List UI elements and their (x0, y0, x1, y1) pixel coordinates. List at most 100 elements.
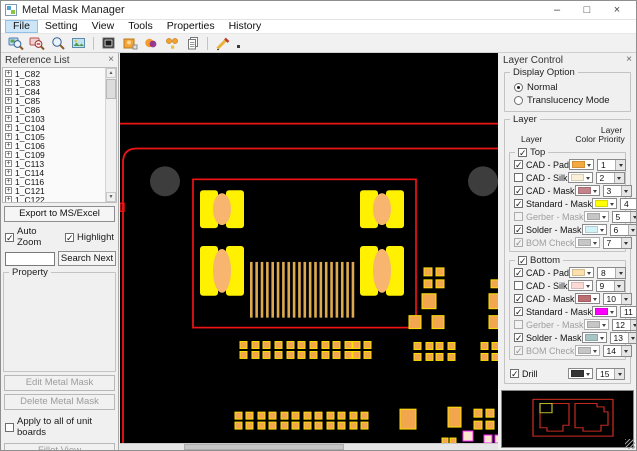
maximize-button[interactable]: □ (572, 2, 602, 19)
pad-view-icon[interactable] (119, 35, 140, 52)
menu-item-properties[interactable]: Properties (160, 20, 222, 33)
priority-dropdown[interactable]: 8 (597, 267, 626, 279)
color-swatch-dropdown[interactable] (568, 172, 593, 183)
expand-icon[interactable]: + (5, 79, 12, 86)
zoom-window-icon[interactable] (47, 35, 68, 52)
board-preview[interactable] (501, 390, 634, 448)
close-button[interactable]: × (602, 2, 632, 19)
layer-checkbox[interactable]: ✓ (514, 225, 523, 234)
priority-dropdown[interactable]: 9 (596, 280, 625, 292)
apply-all-checkbox[interactable] (5, 423, 14, 432)
priority-dropdown[interactable]: 15 (596, 368, 625, 380)
hscrollbar-thumb[interactable] (184, 444, 344, 450)
color-swatch-dropdown[interactable] (592, 306, 617, 317)
layer-checkbox[interactable] (514, 281, 523, 290)
priority-dropdown[interactable]: 2 (596, 172, 625, 184)
layer-checkbox[interactable]: ✓ (514, 268, 523, 277)
layer-checkbox[interactable]: ✓ (514, 307, 523, 316)
expand-icon[interactable]: + (5, 178, 12, 185)
scroll-down-icon[interactable]: ▼ (106, 192, 116, 202)
priority-dropdown[interactable]: 7 (603, 237, 632, 249)
pin-view-icon[interactable] (161, 35, 182, 52)
priority-dropdown[interactable]: 5 (612, 211, 636, 223)
expand-icon[interactable]: + (5, 124, 12, 131)
menu-item-history[interactable]: History (222, 20, 269, 33)
priority-dropdown[interactable]: 6 (610, 224, 636, 236)
expand-icon[interactable]: + (5, 160, 12, 167)
expand-icon[interactable]: + (5, 88, 12, 95)
layer-checkbox[interactable] (514, 320, 523, 329)
bottom-checkbox[interactable]: ✓ (518, 256, 527, 265)
delete-metal-mask-button[interactable]: Delete Metal Mask (4, 394, 115, 410)
layer-checkbox[interactable] (514, 212, 523, 221)
color-swatch-dropdown[interactable] (568, 368, 593, 379)
tree-item[interactable]: +1_C122 (5, 195, 103, 203)
color-swatch-dropdown[interactable] (582, 224, 607, 235)
fillet-view-button[interactable]: Fillet View (4, 443, 115, 451)
expand-icon[interactable]: + (5, 133, 12, 140)
pcb-canvas[interactable] (120, 53, 498, 443)
auto-zoom-checkbox[interactable]: ✓ (5, 233, 14, 242)
color-swatch-dropdown[interactable] (575, 293, 600, 304)
search-input[interactable] (5, 252, 55, 266)
layer-checkbox[interactable]: ✓ (510, 369, 519, 378)
expand-icon[interactable]: + (5, 187, 12, 194)
color-swatch-dropdown[interactable] (582, 332, 607, 343)
minimize-button[interactable]: – (542, 2, 572, 19)
color-swatch-dropdown[interactable] (569, 267, 594, 278)
menu-item-view[interactable]: View (85, 20, 122, 33)
color-swatch-dropdown[interactable] (568, 280, 593, 291)
expand-icon[interactable]: + (5, 169, 12, 176)
layer-checkbox[interactable]: ✓ (514, 199, 523, 208)
priority-dropdown[interactable]: 3 (603, 185, 632, 197)
zoom-region-icon[interactable] (5, 35, 26, 52)
color-swatch-dropdown[interactable] (592, 198, 617, 209)
layer-checkbox[interactable]: ✓ (514, 294, 523, 303)
panel-close-icon[interactable]: × (108, 55, 114, 65)
mask-view-icon[interactable] (140, 35, 161, 52)
layer-checkbox[interactable] (514, 173, 523, 182)
color-swatch-dropdown[interactable] (575, 345, 600, 356)
color-swatch-dropdown[interactable] (575, 185, 600, 196)
tree-scrollbar[interactable]: ▲ ▼ (105, 68, 116, 202)
top-checkbox[interactable]: ✓ (518, 148, 527, 157)
highlight-checkbox[interactable]: ✓ (65, 233, 74, 242)
expand-icon[interactable]: + (5, 70, 12, 77)
board-image-icon[interactable] (68, 35, 89, 52)
color-swatch-dropdown[interactable] (584, 319, 609, 330)
scrollbar-thumb[interactable] (106, 79, 116, 99)
priority-dropdown[interactable]: 13 (610, 332, 636, 344)
layer-checkbox[interactable]: ✓ (514, 160, 523, 169)
color-swatch-dropdown[interactable] (575, 237, 600, 248)
layer-checkbox[interactable]: ✓ (514, 346, 523, 355)
zoom-out-icon[interactable] (26, 35, 47, 52)
scroll-up-icon[interactable]: ▲ (106, 68, 116, 78)
search-next-button[interactable]: Search Next (58, 251, 116, 266)
priority-dropdown[interactable]: 11 (620, 306, 636, 318)
menu-item-file[interactable]: File (5, 20, 38, 33)
menu-item-tools[interactable]: Tools (121, 20, 160, 33)
expand-icon[interactable]: + (5, 97, 12, 104)
color-swatch-dropdown[interactable] (569, 159, 594, 170)
resize-grip[interactable] (625, 439, 635, 449)
priority-dropdown[interactable]: 12 (612, 319, 636, 331)
expand-icon[interactable]: + (5, 115, 12, 122)
edit-metal-mask-button[interactable]: Edit Metal Mask (4, 375, 115, 391)
layer-checkbox[interactable]: ✓ (514, 238, 523, 247)
menu-item-setting[interactable]: Setting (38, 20, 85, 33)
export-excel-button[interactable]: Export to MS/Excel (4, 206, 115, 222)
expand-icon[interactable]: + (5, 151, 12, 158)
translucency-radio[interactable] (514, 96, 523, 105)
color-swatch-dropdown[interactable] (584, 211, 609, 222)
measure-pen-icon[interactable] (212, 35, 233, 52)
priority-dropdown[interactable]: 4 (620, 198, 636, 210)
expand-icon[interactable]: + (5, 142, 12, 149)
priority-dropdown[interactable]: 10 (603, 293, 632, 305)
priority-dropdown[interactable]: 1 (597, 159, 626, 171)
canvas-hscrollbar[interactable] (120, 443, 498, 450)
panel-close-icon[interactable]: × (626, 55, 632, 65)
layer-checkbox[interactable]: ✓ (514, 186, 523, 195)
priority-dropdown[interactable]: 14 (603, 345, 632, 357)
layer-checkbox[interactable]: ✓ (514, 333, 523, 342)
display-mode-icon[interactable] (98, 35, 119, 52)
